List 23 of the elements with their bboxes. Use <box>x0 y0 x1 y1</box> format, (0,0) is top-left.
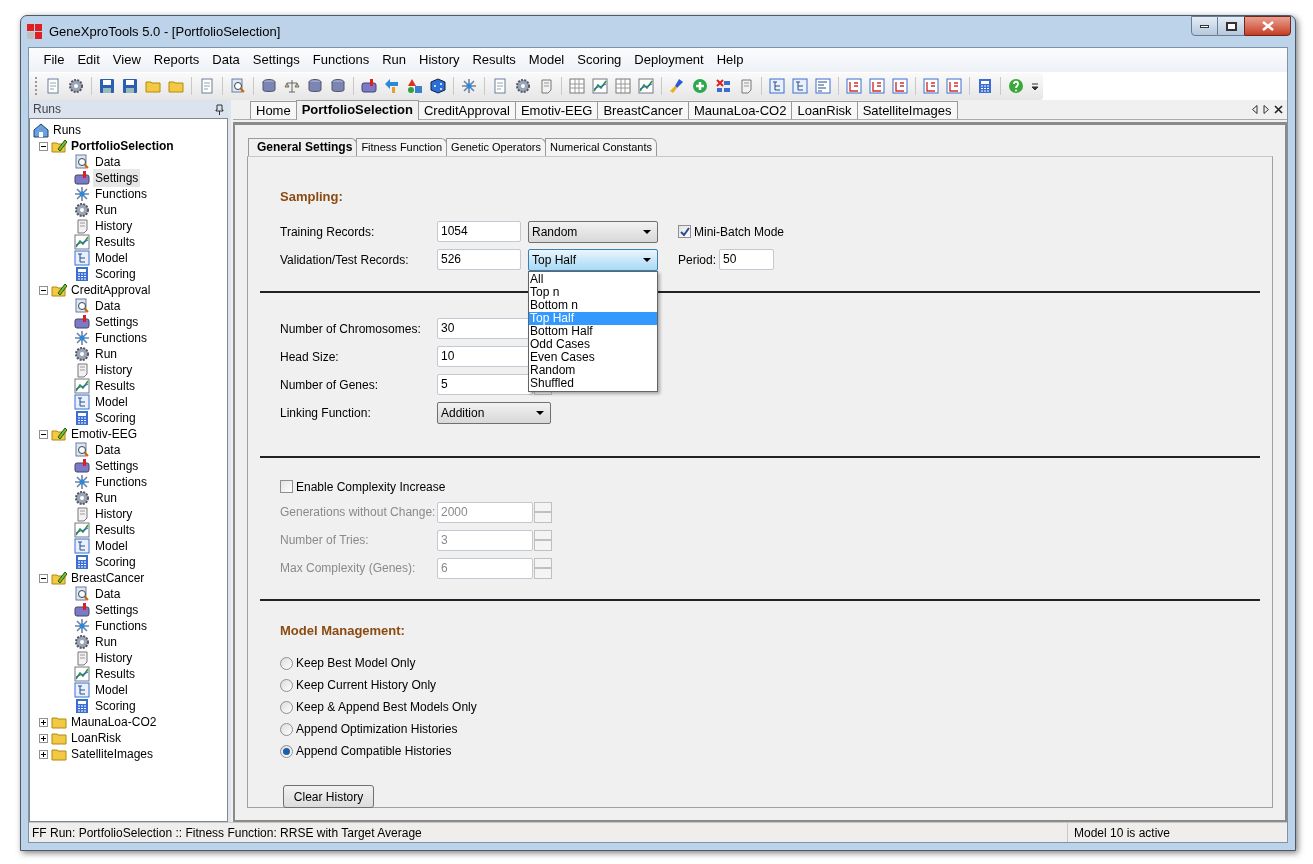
field-label: Training Records: <box>280 223 376 241</box>
field-label: Number of Genes: <box>280 376 380 394</box>
field-label: Generations without Change: <box>280 504 437 521</box>
radio-label: Keep & Append Best Models Only <box>296 699 477 716</box>
status-text: FF Run: PortfolioSelection :: Fitness Function: RRSE with Target Average <box>31 824 423 842</box>
field-label: Number of Tries: <box>280 532 370 549</box>
section-heading: Sampling: <box>280 188 344 206</box>
radio-label: Append Optimization Histories <box>296 721 458 738</box>
status-text: Model 10 is active <box>1067 823 1287 842</box>
panel-title: Runs <box>33 101 61 118</box>
radio-label: Keep Current History Only <box>296 677 437 694</box>
field-label: Max Complexity (Genes): <box>280 560 417 577</box>
field-label: Head Size: <box>280 348 340 366</box>
window-title: GeneXproTools 5.0 - [PortfolioSelection] <box>49 22 281 41</box>
radio-label: Keep Best Model Only <box>296 655 416 672</box>
field-label: Linking Function: <box>280 404 372 422</box>
field-label: Validation/Test Records: <box>280 251 410 269</box>
section-heading: Model Management: <box>280 621 406 640</box>
radio-label: Append Compatible Histories <box>296 743 452 760</box>
checkbox-label: Enable Complexity Increase <box>296 478 446 496</box>
field-label: Number of Chromosomes: <box>280 320 422 338</box>
field-label: Period: <box>678 251 718 269</box>
checkbox-label: Mini-Batch Mode <box>694 223 785 241</box>
